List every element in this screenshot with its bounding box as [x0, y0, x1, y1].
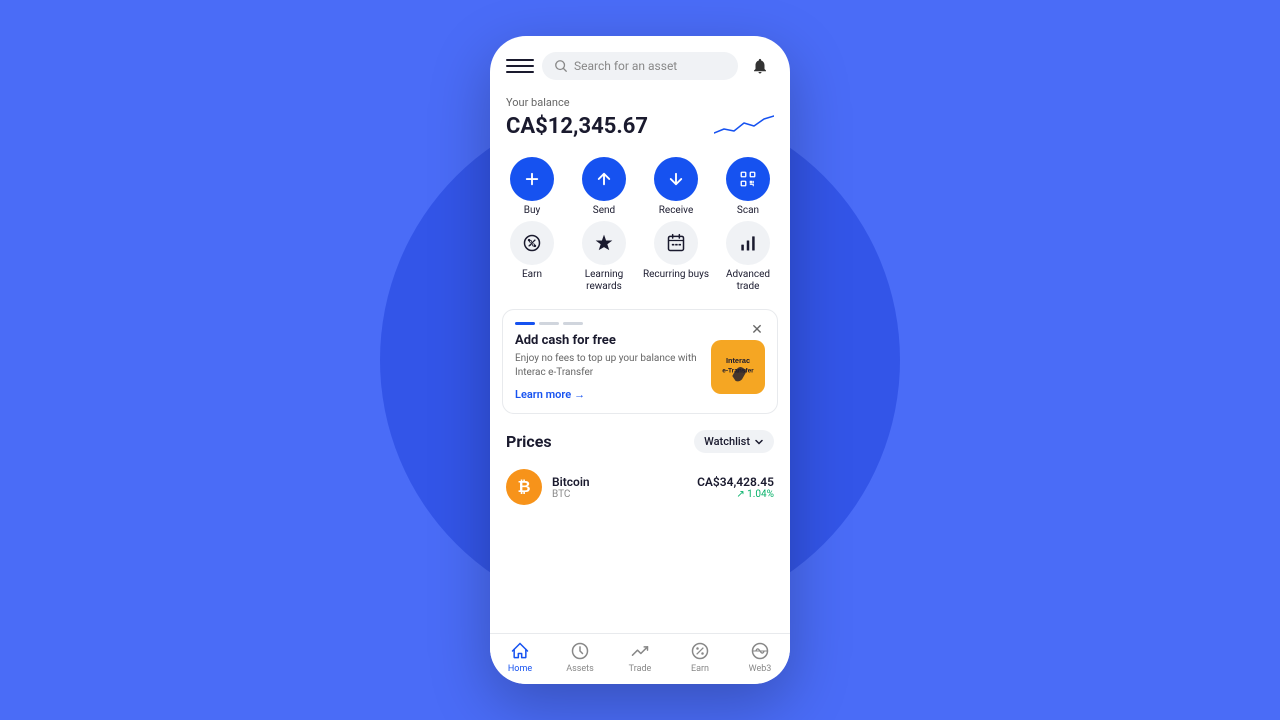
bitcoin-icon: ₿	[506, 469, 542, 505]
svg-text:Interac: Interac	[726, 356, 750, 365]
trade-icon	[629, 640, 651, 662]
promo-dot-2	[539, 322, 559, 325]
promo-indicator	[515, 322, 765, 325]
promo-content: Add cash for free Enjoy no fees to top u…	[515, 333, 765, 401]
web3-icon	[749, 640, 771, 662]
learning-rewards-icon-circle	[582, 221, 626, 265]
nav-home[interactable]: Home	[490, 640, 550, 674]
nav-assets[interactable]: Assets	[550, 640, 610, 674]
earn-label: Earn	[522, 269, 542, 281]
arrow-right-icon: →	[574, 388, 585, 401]
promo-title: Add cash for free	[515, 333, 701, 348]
advanced-trade-icon-circle	[726, 221, 770, 265]
advanced-trade-label: Advanced trade	[714, 269, 782, 293]
learning-rewards-label: Learning rewards	[570, 269, 638, 293]
balance-section: Your balance CA$12,345.67	[490, 88, 790, 153]
buy-button[interactable]: Buy	[498, 157, 566, 217]
prices-header: Prices Watchlist	[506, 430, 774, 453]
watchlist-button[interactable]: Watchlist	[694, 430, 774, 453]
actions-grid: Buy Send Receive	[490, 153, 790, 301]
nav-earn[interactable]: Earn	[670, 640, 730, 674]
buy-label: Buy	[524, 205, 540, 217]
search-icon	[554, 59, 568, 73]
sparkline-chart	[714, 111, 774, 141]
asset-change: ↗ 1.04%	[697, 489, 774, 500]
nav-assets-label: Assets	[566, 664, 594, 674]
learning-rewards-button[interactable]: Learning rewards	[570, 221, 638, 293]
asset-row[interactable]: ₿ Bitcoin BTC CA$34,428.45 ↗ 1.04%	[506, 463, 774, 511]
menu-button[interactable]	[506, 52, 534, 80]
asset-symbol: BTC	[552, 489, 687, 500]
home-icon	[509, 640, 531, 662]
header: Search for an asset	[490, 36, 790, 88]
watchlist-label: Watchlist	[704, 435, 750, 448]
receive-icon-circle	[654, 157, 698, 201]
scan-icon-circle	[726, 157, 770, 201]
chevron-down-icon	[754, 437, 764, 447]
bell-icon	[751, 57, 769, 75]
asset-price: CA$34,428.45 ↗ 1.04%	[697, 475, 774, 500]
buy-icon-circle	[510, 157, 554, 201]
earn-button[interactable]: % Earn	[498, 221, 566, 293]
balance-amount: CA$12,345.67	[506, 114, 648, 139]
bottom-nav: Home Assets Trade	[490, 633, 790, 684]
promo-card: ✕ Add cash for free Enjoy no fees to top…	[502, 309, 778, 414]
asset-info: Bitcoin BTC	[552, 475, 687, 500]
promo-close-button[interactable]: ✕	[747, 320, 767, 340]
recurring-buys-button[interactable]: Recurring buys	[642, 221, 710, 293]
send-icon-circle	[582, 157, 626, 201]
advanced-trade-button[interactable]: Advanced trade	[714, 221, 782, 293]
nav-web3[interactable]: Web3	[730, 640, 790, 674]
promo-text: Add cash for free Enjoy no fees to top u…	[515, 333, 701, 401]
scan-button[interactable]: Scan	[714, 157, 782, 217]
balance-label: Your balance	[506, 96, 774, 109]
recurring-buys-label: Recurring buys	[643, 269, 709, 281]
recurring-buys-icon-circle	[654, 221, 698, 265]
scan-label: Scan	[737, 205, 759, 217]
asset-name: Bitcoin	[552, 475, 687, 489]
interac-logo-svg: Interac e-Transfer	[716, 345, 760, 389]
send-label: Send	[593, 205, 615, 217]
earn-icon-circle: %	[510, 221, 554, 265]
nav-home-label: Home	[508, 664, 532, 674]
earn-nav-icon	[689, 640, 711, 662]
asset-price-value: CA$34,428.45	[697, 475, 774, 489]
nav-earn-label: Earn	[691, 664, 709, 674]
assets-icon	[569, 640, 591, 662]
promo-dot-1	[515, 322, 535, 325]
prices-title: Prices	[506, 432, 552, 451]
prices-section: Prices Watchlist ₿ Bitcoin BTC CA$34,428…	[490, 422, 790, 633]
promo-description: Enjoy no fees to top up your balance wit…	[515, 352, 701, 380]
search-bar[interactable]: Search for an asset	[542, 52, 738, 80]
nav-trade[interactable]: Trade	[610, 640, 670, 674]
send-button[interactable]: Send	[570, 157, 638, 217]
promo-dot-3	[563, 322, 583, 325]
learn-more-link[interactable]: Learn more →	[515, 388, 701, 401]
receive-label: Receive	[659, 205, 694, 217]
receive-button[interactable]: Receive	[642, 157, 710, 217]
phone-frame: Search for an asset Your balance CA$12,3…	[490, 36, 790, 684]
notification-button[interactable]	[746, 52, 774, 80]
nav-web3-label: Web3	[749, 664, 772, 674]
interac-logo: Interac e-Transfer	[711, 340, 765, 394]
search-placeholder: Search for an asset	[574, 59, 677, 73]
nav-trade-label: Trade	[629, 664, 652, 674]
